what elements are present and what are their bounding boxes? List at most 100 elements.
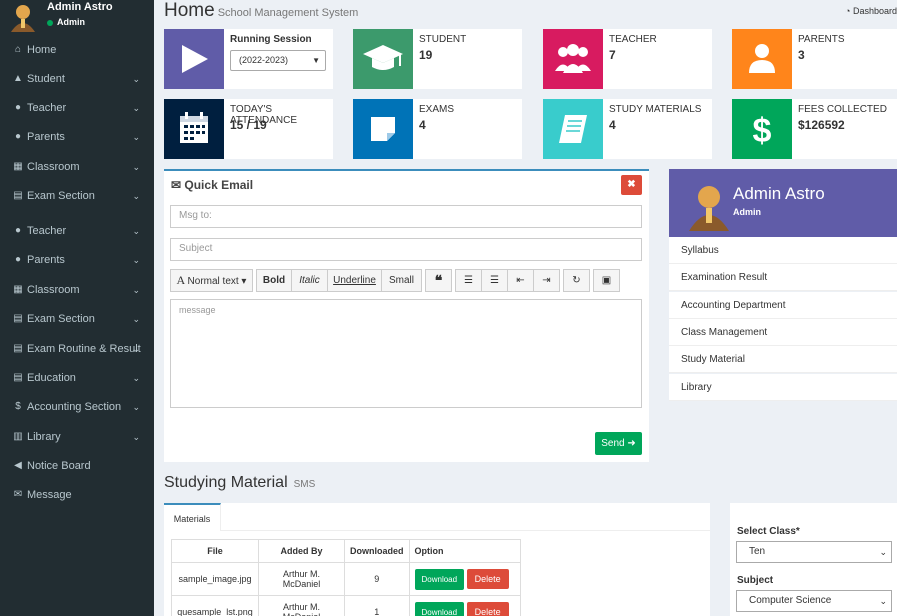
- subject-label: Subject: [737, 575, 774, 586]
- exams-count: 4: [419, 118, 426, 132]
- study-materials-box[interactable]: STUDY MATERIALS 4: [543, 99, 712, 159]
- user-icon: ●: [14, 254, 22, 265]
- outdent-button[interactable]: ⇤: [507, 269, 534, 292]
- arrow-circle-right-icon: ➜: [624, 438, 636, 449]
- sidebar-item-message[interactable]: ✉ Message: [0, 484, 154, 506]
- envelope-icon: ✉: [13, 489, 23, 500]
- users-icon: [555, 44, 591, 73]
- sidebar-item-classroom[interactable]: ▦ Classroom ⌄: [0, 279, 154, 301]
- envelope-icon: ✉: [171, 178, 185, 192]
- file-icon: ▤: [13, 343, 23, 354]
- sidebar-item-parents[interactable]: ● Parents ⌄: [0, 249, 154, 271]
- underline-button[interactable]: Underline: [327, 269, 382, 292]
- sidebar-item-teacher[interactable]: ● Teacher ⌄: [0, 97, 154, 119]
- sidebar-item-label: Parents: [27, 254, 65, 266]
- option-cell: Download Delete: [408, 562, 521, 596]
- profile-link-class-management[interactable]: Class Management: [669, 318, 897, 346]
- subject-select[interactable]: Computer Science ⌄: [736, 590, 892, 612]
- sidebar-item-education[interactable]: ▤ Education ⌄: [0, 367, 154, 389]
- studying-title: Studying Material SMS: [164, 474, 315, 492]
- table-row: quesample_lst.png Arthur M. McDaniel 1 D…: [171, 595, 521, 616]
- tab-materials[interactable]: Materials: [164, 503, 221, 531]
- fees-box[interactable]: $ FEES COLLECTED $126592: [732, 99, 897, 159]
- download-button[interactable]: Download: [414, 601, 465, 616]
- chevron-down-icon: ⌄: [879, 596, 887, 606]
- class-select-value: Ten: [749, 546, 766, 557]
- class-select[interactable]: Ten ⌄: [736, 541, 892, 563]
- sidebar-item-exam-section[interactable]: ▤ Exam Section ⌄: [0, 308, 154, 330]
- attendance-box[interactable]: TODAY'S ATTENDANCE 15 / 19: [164, 99, 333, 159]
- image-button[interactable]: ▣: [593, 269, 620, 292]
- ordered-list-button[interactable]: ☰: [481, 269, 508, 292]
- sidebar-item-exam-section[interactable]: ▤ Exam Section ⌄: [0, 185, 154, 207]
- sidebar-item-exam-routine-result[interactable]: ▤ Exam Routine & Result ⌄: [0, 338, 154, 360]
- msg-to-input[interactable]: Msg to:: [170, 205, 642, 228]
- normal-text-dropdown[interactable]: A Normal text ▾: [170, 269, 253, 292]
- chevron-down-icon: ⌄: [132, 226, 140, 236]
- profile-link-study-material[interactable]: Study Material: [669, 346, 897, 374]
- session-select[interactable]: (2022-2023) ▼: [230, 50, 326, 71]
- tab-materials-label: Materials: [173, 514, 211, 524]
- profile-link-examination-result[interactable]: Examination Result: [669, 264, 897, 292]
- sidebar-item-label: Student: [27, 73, 65, 85]
- sidebar-item-label: Message: [27, 489, 72, 501]
- chevron-down-icon: ⌄: [132, 162, 140, 172]
- tab-divider: [221, 530, 710, 531]
- col-option: Option: [408, 539, 521, 563]
- added-by-cell: Arthur M. McDaniel: [258, 595, 345, 616]
- breadcrumb[interactable]: ◔ Dashboard: [845, 6, 897, 16]
- send-button[interactable]: Send ➜: [595, 432, 642, 455]
- delete-button[interactable]: Delete: [466, 568, 509, 589]
- sidebar-item-library[interactable]: ▥ Library ⌄: [0, 426, 154, 448]
- book-icon: ▤: [13, 313, 23, 324]
- teacher-label: TEACHER: [609, 34, 657, 45]
- sidebar-item-student[interactable]: ▲ Student ⌄: [0, 68, 154, 90]
- subject-input[interactable]: Subject: [170, 238, 642, 261]
- sidebar-item-label: Exam Section: [27, 190, 95, 202]
- downloaded-cell: 9: [344, 562, 410, 596]
- sidebar-item-label: Exam Section: [27, 313, 95, 325]
- profile-link-library[interactable]: Library: [669, 373, 897, 401]
- materials-table: File Added By Downloaded Option sample_i…: [171, 539, 521, 616]
- teacher-box[interactable]: TEACHER 7: [543, 29, 712, 89]
- refresh-icon: ↻: [572, 275, 581, 286]
- book-icon: ▤: [13, 372, 23, 383]
- unordered-list-button[interactable]: ☰: [455, 269, 482, 292]
- delete-button[interactable]: Delete: [466, 601, 509, 616]
- sidebar-item-notice-board[interactable]: ◀ Notice Board: [0, 455, 154, 477]
- exams-box[interactable]: EXAMS 4: [353, 99, 522, 159]
- sidebar-item-parents[interactable]: ● Parents ⌄: [0, 126, 154, 148]
- study-materials-label: STUDY MATERIALS: [609, 104, 702, 115]
- chevron-down-icon: ⌄: [132, 132, 140, 142]
- graduation-cap-icon: [363, 45, 403, 70]
- user-status: Admin: [47, 17, 85, 27]
- close-button[interactable]: ✖: [621, 175, 642, 195]
- chevron-down-icon: ⌄: [132, 373, 140, 383]
- parents-box[interactable]: PARENTS 3: [732, 29, 897, 89]
- option-cell: Download Delete: [408, 595, 521, 616]
- link-button[interactable]: ↻: [563, 269, 590, 292]
- quote-button[interactable]: ❝: [425, 269, 452, 292]
- profile-name: Admin Astro: [733, 184, 825, 203]
- user-status-label: Admin: [57, 17, 85, 27]
- download-button[interactable]: Download: [414, 568, 465, 590]
- fees-label: FEES COLLECTED: [798, 104, 887, 115]
- sidebar-item-classroom[interactable]: ▦ Classroom ⌄: [0, 156, 154, 178]
- sidebar: Admin Astro Admin ⌂ Home ▲ Student ⌄ ● Teacher…: [0, 0, 154, 616]
- profile-link-syllabus[interactable]: Syllabus: [669, 237, 897, 264]
- user-icon: ●: [14, 131, 22, 142]
- teacher-icon-box: [543, 29, 603, 89]
- dollar-icon: $: [753, 112, 772, 150]
- sidebar-item-home[interactable]: ⌂ Home: [0, 39, 154, 61]
- bold-button[interactable]: Bold: [256, 269, 292, 292]
- italic-button[interactable]: Italic: [291, 269, 328, 292]
- profile-link-accounting-department[interactable]: Accounting Department: [669, 291, 897, 319]
- small-button[interactable]: Small: [381, 269, 422, 292]
- sidebar-item-accounting-section[interactable]: $ Accounting Section ⌄: [0, 396, 154, 418]
- student-icon-box: [353, 29, 413, 89]
- indent-button[interactable]: ⇥: [533, 269, 560, 292]
- student-box[interactable]: STUDENT 19: [353, 29, 522, 89]
- message-textarea[interactable]: message: [170, 299, 642, 408]
- chevron-down-icon: ⌄: [879, 547, 887, 557]
- sidebar-item-teacher[interactable]: ● Teacher ⌄: [0, 220, 154, 242]
